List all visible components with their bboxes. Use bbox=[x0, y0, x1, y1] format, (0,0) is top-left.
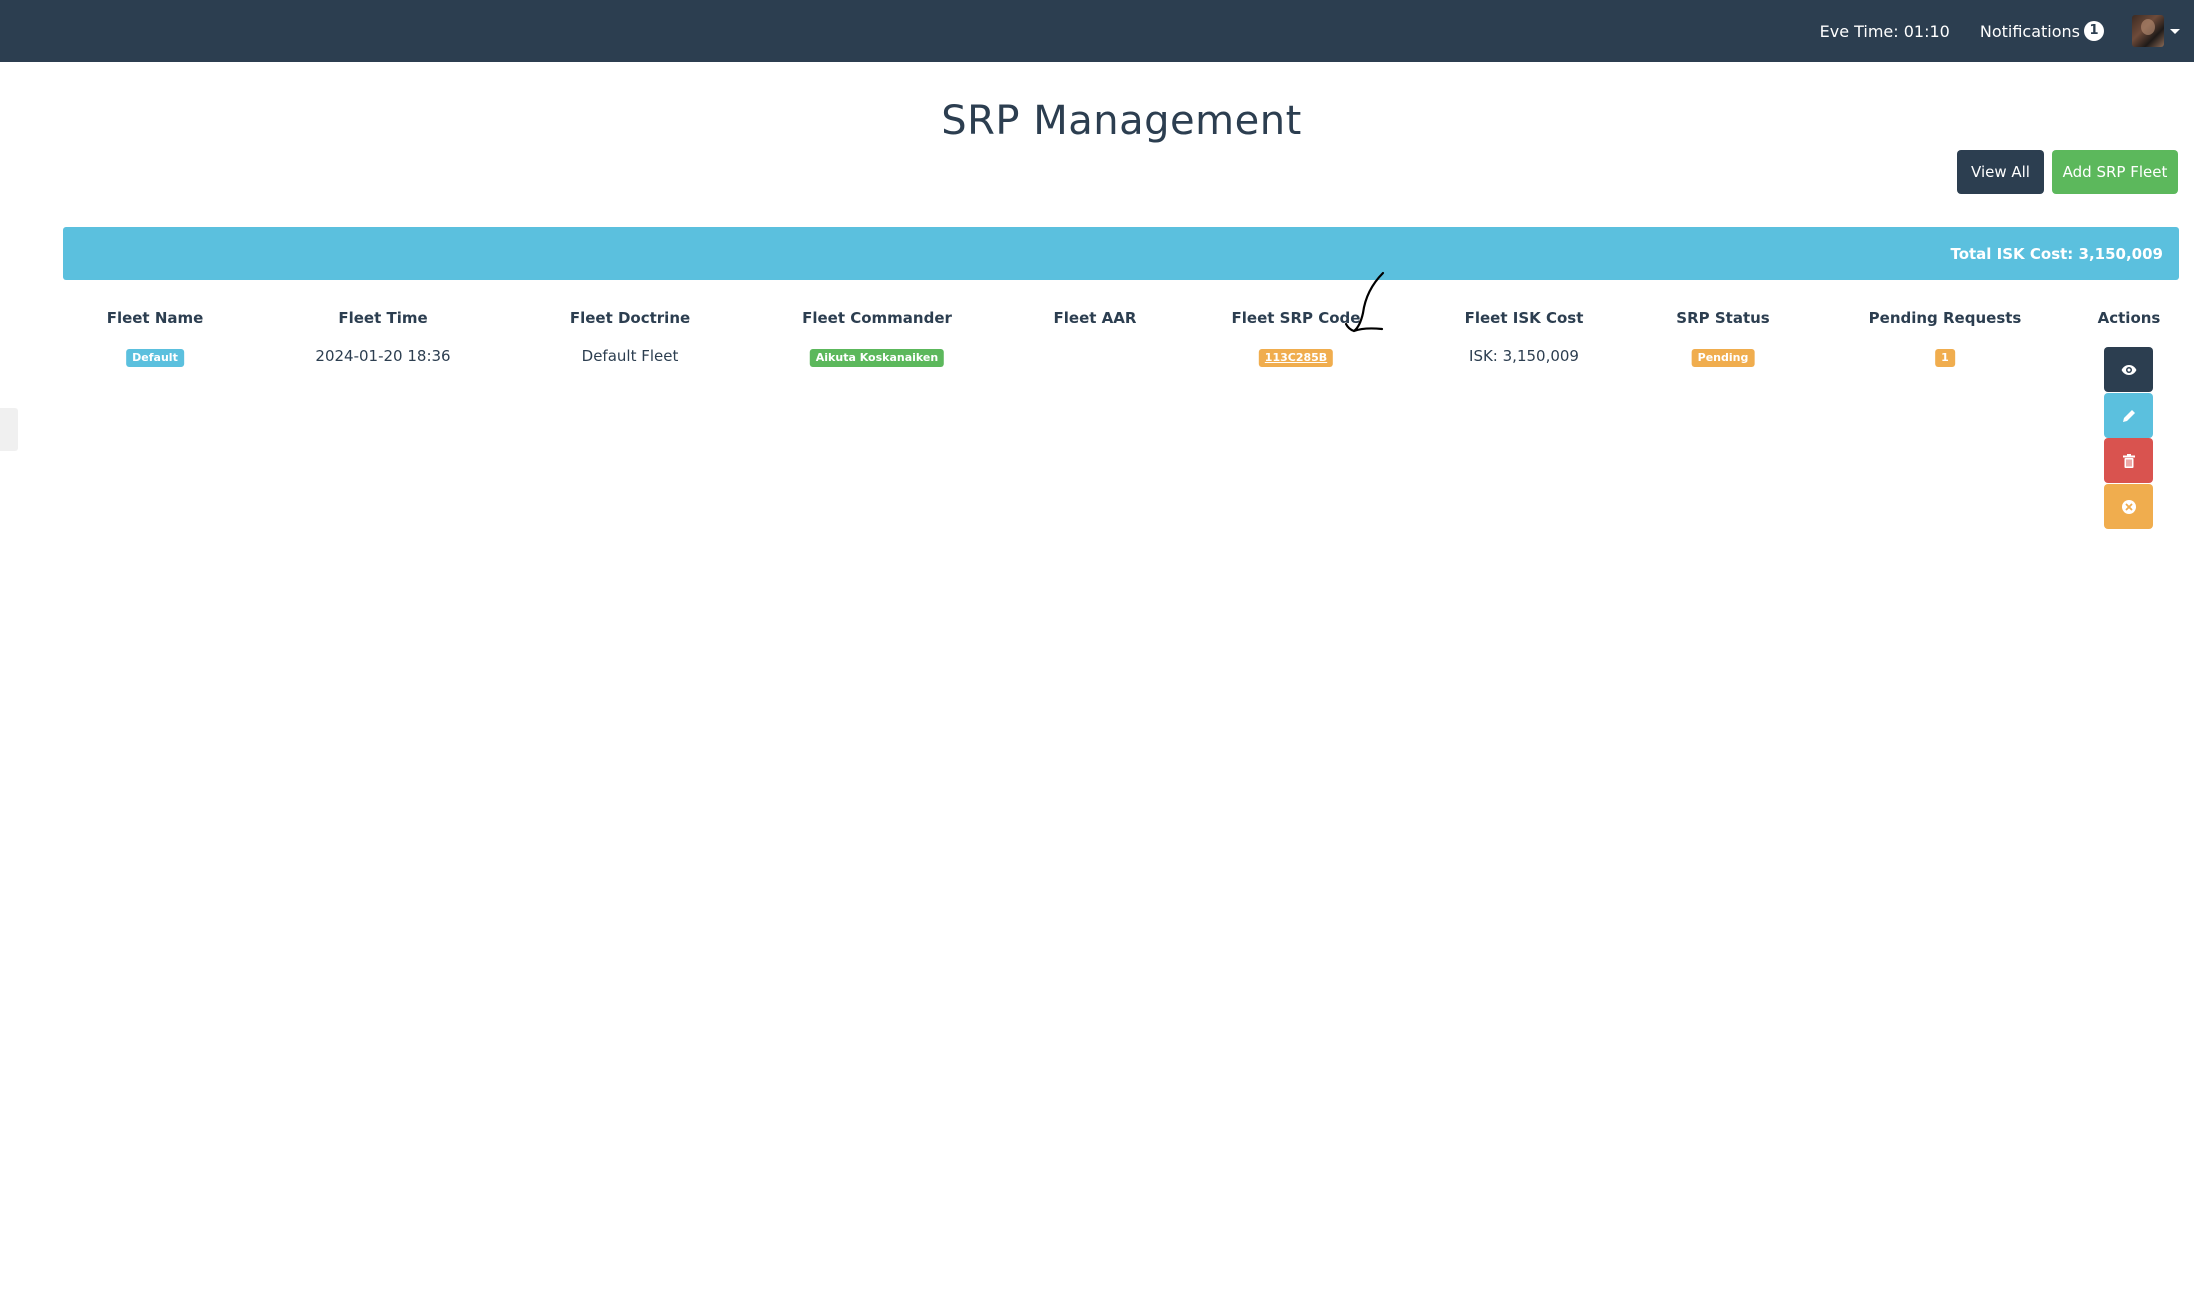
top-navbar: Eve Time: 01:10 Notifications 1 bbox=[0, 0, 2194, 62]
fleet-name-label: Default bbox=[126, 349, 184, 367]
srp-status-badge: Pending bbox=[1691, 349, 1755, 367]
table-row-fleet-name: Default bbox=[126, 347, 184, 367]
pencil-icon bbox=[2122, 409, 2135, 422]
header-fleet-isk-cost: Fleet ISK Cost bbox=[1464, 309, 1584, 327]
fleet-srp-code-link[interactable]: 113C285B bbox=[1258, 349, 1334, 367]
eye-icon bbox=[2121, 364, 2136, 375]
fleet-commander-label: Aikuta Koskanaiken bbox=[809, 349, 945, 367]
header-pending-requests: Pending Requests bbox=[1868, 309, 2022, 327]
table-row-pending-requests: 1 bbox=[1935, 347, 1955, 367]
view-fleet-button[interactable] bbox=[2104, 347, 2153, 392]
fleet-isk-cost-cell: ISK: 3,150,009 bbox=[1469, 347, 1579, 365]
header-fleet-aar: Fleet AAR bbox=[1053, 309, 1137, 327]
table-row-srp-status: Pending bbox=[1691, 347, 1755, 367]
notifications-label: Notifications bbox=[1979, 21, 2080, 41]
scribble-annotation bbox=[1344, 271, 1385, 333]
close-circle-icon bbox=[2121, 499, 2136, 514]
header-actions: Actions bbox=[2097, 309, 2161, 327]
header-fleet-doctrine: Fleet Doctrine bbox=[569, 309, 691, 327]
header-fleet-time: Fleet Time bbox=[338, 309, 428, 327]
header-fleet-srp-code: Fleet SRP Code bbox=[1231, 309, 1361, 327]
edit-fleet-button[interactable] bbox=[2104, 393, 2153, 438]
header-fleet-name: Fleet Name bbox=[106, 309, 204, 327]
fleet-doctrine-cell: Default Fleet bbox=[581, 347, 679, 365]
page-title: SRP Management bbox=[941, 98, 1302, 144]
avatar[interactable] bbox=[2132, 15, 2164, 47]
navbar-right: Eve Time: 01:10 Notifications 1 bbox=[1820, 0, 2180, 62]
add-srp-fleet-button[interactable]: Add SRP Fleet bbox=[2052, 150, 2178, 194]
total-isk-cost: Total ISK Cost: 3,150,009 bbox=[1950, 244, 2163, 263]
header-srp-status: SRP Status bbox=[1676, 309, 1770, 327]
side-panel-toggle[interactable] bbox=[0, 408, 18, 451]
pending-requests-badge: 1 bbox=[1935, 349, 1955, 367]
close-fleet-button[interactable] bbox=[2104, 484, 2153, 529]
eve-time: Eve Time: 01:10 bbox=[1819, 21, 1950, 41]
caret-down-icon[interactable] bbox=[2170, 28, 2180, 34]
table-row-fleet-srp-code: 113C285B bbox=[1258, 347, 1334, 367]
notifications-link[interactable]: Notifications 1 bbox=[1980, 21, 2104, 41]
view-all-button[interactable]: View All bbox=[1957, 150, 2044, 194]
delete-fleet-button[interactable] bbox=[2104, 438, 2153, 483]
total-isk-bar: Total ISK Cost: 3,150,009 bbox=[63, 227, 2179, 280]
table-row-fleet-commander: Aikuta Koskanaiken bbox=[809, 347, 945, 367]
notifications-badge: 1 bbox=[2084, 21, 2104, 41]
header-fleet-commander: Fleet Commander bbox=[802, 309, 952, 327]
trash-icon bbox=[2122, 453, 2135, 468]
fleet-time-cell: 2024-01-20 18:36 bbox=[315, 347, 451, 365]
